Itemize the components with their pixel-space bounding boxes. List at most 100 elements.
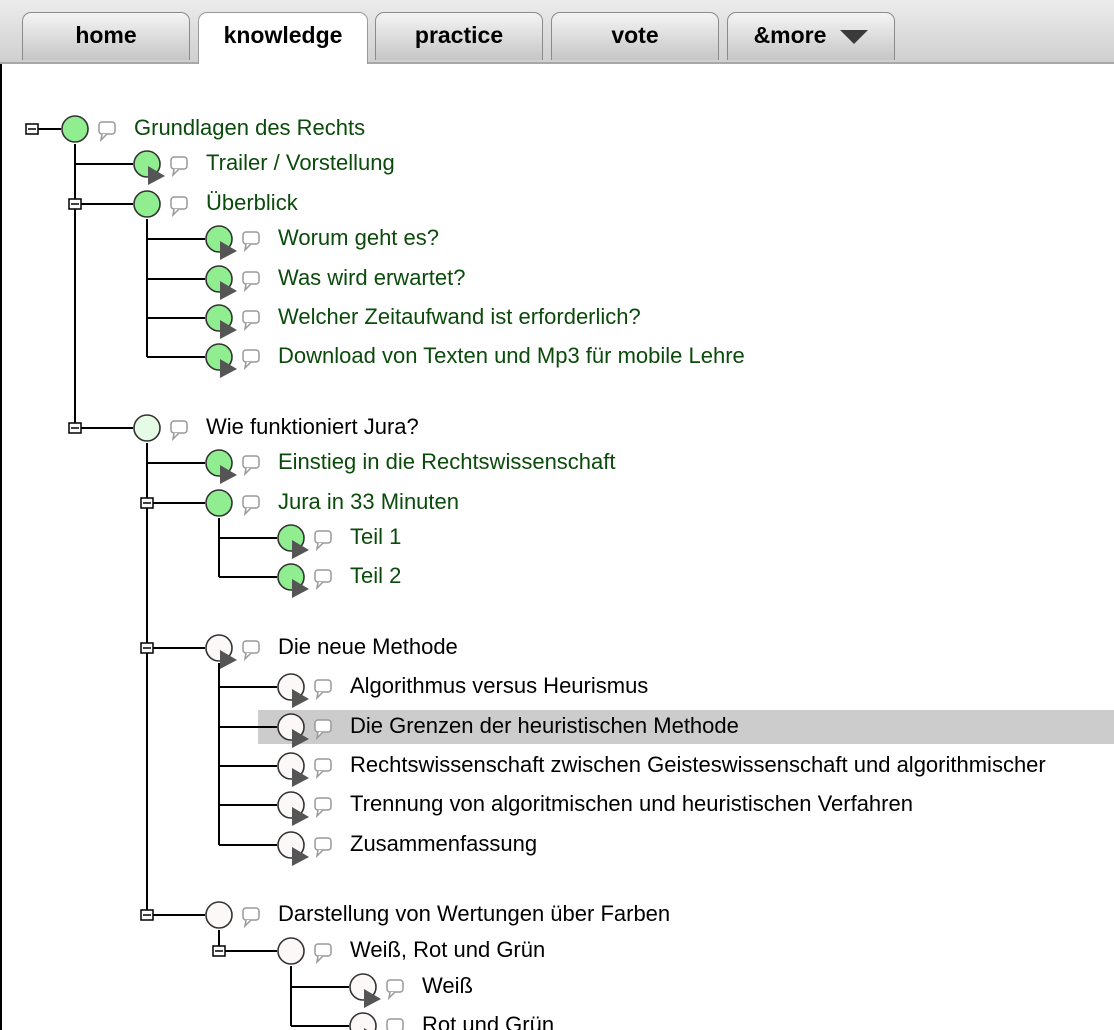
tree-item-label[interactable]: Rot und Grün xyxy=(422,1008,554,1030)
speech-bubble-icon[interactable] xyxy=(242,907,260,929)
speech-bubble-icon[interactable] xyxy=(170,196,188,218)
speech-bubble-icon[interactable] xyxy=(314,569,332,591)
speech-bubble-tail xyxy=(171,168,180,178)
status-circle-icon[interactable] xyxy=(133,150,165,185)
tab-vote[interactable]: vote xyxy=(551,12,719,60)
tree-item-label[interactable]: Download von Texten und Mp3 für mobile L… xyxy=(278,339,745,373)
speech-bubble-icon[interactable] xyxy=(314,719,332,741)
status-circle-icon[interactable] xyxy=(205,343,237,378)
status-circle-icon[interactable] xyxy=(205,449,237,484)
status-circle-icon[interactable] xyxy=(277,563,309,598)
status-circle-icon[interactable] xyxy=(205,634,237,669)
status-circle-icon[interactable] xyxy=(277,524,309,559)
status-circle-icon[interactable] xyxy=(277,791,309,826)
speech-bubble-tail xyxy=(243,322,252,332)
caret-down-icon xyxy=(840,30,869,44)
speech-bubble-tail xyxy=(243,283,252,293)
status-circle-icon[interactable] xyxy=(205,489,233,517)
status-circle-icon[interactable] xyxy=(205,225,237,260)
speech-bubble-icon[interactable] xyxy=(314,797,332,819)
speech-bubble-tail xyxy=(387,991,396,1001)
tree-item-label[interactable]: Trailer / Vorstellung xyxy=(206,146,395,180)
tree-item-label[interactable]: Algorithmus versus Heurismus xyxy=(350,669,648,703)
speech-bubble-icon[interactable] xyxy=(170,156,188,178)
status-circle-icon[interactable] xyxy=(205,304,237,339)
status-circle xyxy=(133,414,161,442)
status-circle-icon[interactable] xyxy=(61,115,89,143)
speech-bubble-icon[interactable] xyxy=(314,837,332,859)
tree-item-label[interactable]: Die Grenzen der heuristischen Methode xyxy=(350,709,739,743)
collapse-box-icon[interactable] xyxy=(68,198,82,210)
tree-item-label[interactable]: Jura in 33 Minuten xyxy=(278,485,459,519)
collapse-box-icon[interactable] xyxy=(212,945,226,957)
speech-bubble-tail xyxy=(243,919,252,929)
collapse-box-icon[interactable] xyxy=(68,422,82,434)
status-circle-icon[interactable] xyxy=(205,901,233,929)
tree-item-label[interactable]: Überblick xyxy=(206,186,298,220)
speech-bubble-icon[interactable] xyxy=(314,530,332,552)
speech-bubble-body xyxy=(242,271,260,285)
tree-item-label[interactable]: Grundlagen des Rechts xyxy=(134,111,365,145)
status-circle-icon[interactable] xyxy=(277,713,309,748)
speech-bubble-tail xyxy=(171,432,180,442)
knowledge-tree: Grundlagen des Rechts Trailer / Vorstellu… xyxy=(0,64,1114,1030)
speech-bubble-icon[interactable] xyxy=(242,640,260,662)
tree-item-label[interactable]: Was wird erwartet? xyxy=(278,261,465,295)
speech-bubble-body xyxy=(242,907,260,921)
speech-bubble-icon[interactable] xyxy=(386,1018,404,1030)
tab-knowledge[interactable]: knowledge xyxy=(198,12,368,64)
tree-item-label[interactable]: Worum geht es? xyxy=(278,221,439,255)
collapse-box-icon[interactable] xyxy=(140,909,154,921)
tab-practice[interactable]: practice xyxy=(375,12,543,60)
speech-bubble-icon[interactable] xyxy=(242,349,260,371)
tree-item-label[interactable]: Trennung von algoritmischen und heuristi… xyxy=(350,787,913,821)
collapse-box-icon[interactable] xyxy=(25,123,39,135)
speech-bubble-body xyxy=(242,495,260,509)
speech-bubble-body xyxy=(314,569,332,583)
status-circle-icon[interactable] xyxy=(133,414,161,442)
speech-bubble-icon[interactable] xyxy=(314,679,332,701)
tab-vote-label: vote xyxy=(611,22,659,48)
collapse-box-icon[interactable] xyxy=(140,642,154,654)
collapse-box-icon[interactable] xyxy=(140,497,154,509)
speech-bubble-icon[interactable] xyxy=(170,420,188,442)
status-circle-icon[interactable] xyxy=(349,1012,381,1030)
speech-bubble-tail xyxy=(171,208,180,218)
tab-home[interactable]: home xyxy=(22,12,190,60)
tree-item-label[interactable]: Rechtswissenschaft zwischen Geisteswisse… xyxy=(350,748,1046,782)
speech-bubble-tail xyxy=(99,133,108,143)
tree-item-label[interactable]: Welcher Zeitaufwand ist erforderlich? xyxy=(278,300,641,334)
speech-bubble-body xyxy=(314,797,332,811)
speech-bubble-icon[interactable] xyxy=(242,495,260,517)
tree-item-label[interactable]: Die neue Methode xyxy=(278,630,458,664)
speech-bubble-tail xyxy=(315,955,324,965)
speech-bubble-icon[interactable] xyxy=(386,979,404,1001)
status-circle-icon[interactable] xyxy=(277,937,305,965)
speech-bubble-tail xyxy=(243,652,252,662)
speech-bubble-icon[interactable] xyxy=(98,121,116,143)
speech-bubble-body xyxy=(314,719,332,733)
status-circle-icon[interactable] xyxy=(349,973,381,1008)
speech-bubble-icon[interactable] xyxy=(242,310,260,332)
tree-item-label[interactable]: Wie funktioniert Jura? xyxy=(206,410,419,444)
status-circle-icon[interactable] xyxy=(277,831,309,866)
tree-item-label[interactable]: Weiß xyxy=(422,969,473,1003)
status-circle-icon[interactable] xyxy=(277,752,309,787)
status-circle-icon[interactable] xyxy=(133,190,161,218)
speech-bubble-icon[interactable] xyxy=(242,271,260,293)
tree-item-label[interactable]: Darstellung von Wertungen über Farben xyxy=(278,897,670,931)
tree-item-label[interactable]: Zusammenfassung xyxy=(350,827,537,861)
speech-bubble-icon[interactable] xyxy=(314,758,332,780)
tree-item-label[interactable]: Weiß, Rot und Grün xyxy=(350,933,545,967)
tree-item-label[interactable]: Teil 1 xyxy=(350,520,401,554)
speech-bubble-icon[interactable] xyxy=(242,455,260,477)
tree-item-label[interactable]: Einstieg in die Rechtswissenschaft xyxy=(278,445,616,479)
status-circle-icon[interactable] xyxy=(277,673,309,708)
speech-bubble-icon[interactable] xyxy=(314,943,332,965)
tree-item-label[interactable]: Teil 2 xyxy=(350,559,401,593)
tab-more[interactable]: &more xyxy=(727,12,895,60)
status-circle-icon[interactable] xyxy=(205,265,237,300)
tab-practice-label: practice xyxy=(414,22,504,48)
speech-bubble-body xyxy=(170,156,188,170)
speech-bubble-icon[interactable] xyxy=(242,231,260,253)
